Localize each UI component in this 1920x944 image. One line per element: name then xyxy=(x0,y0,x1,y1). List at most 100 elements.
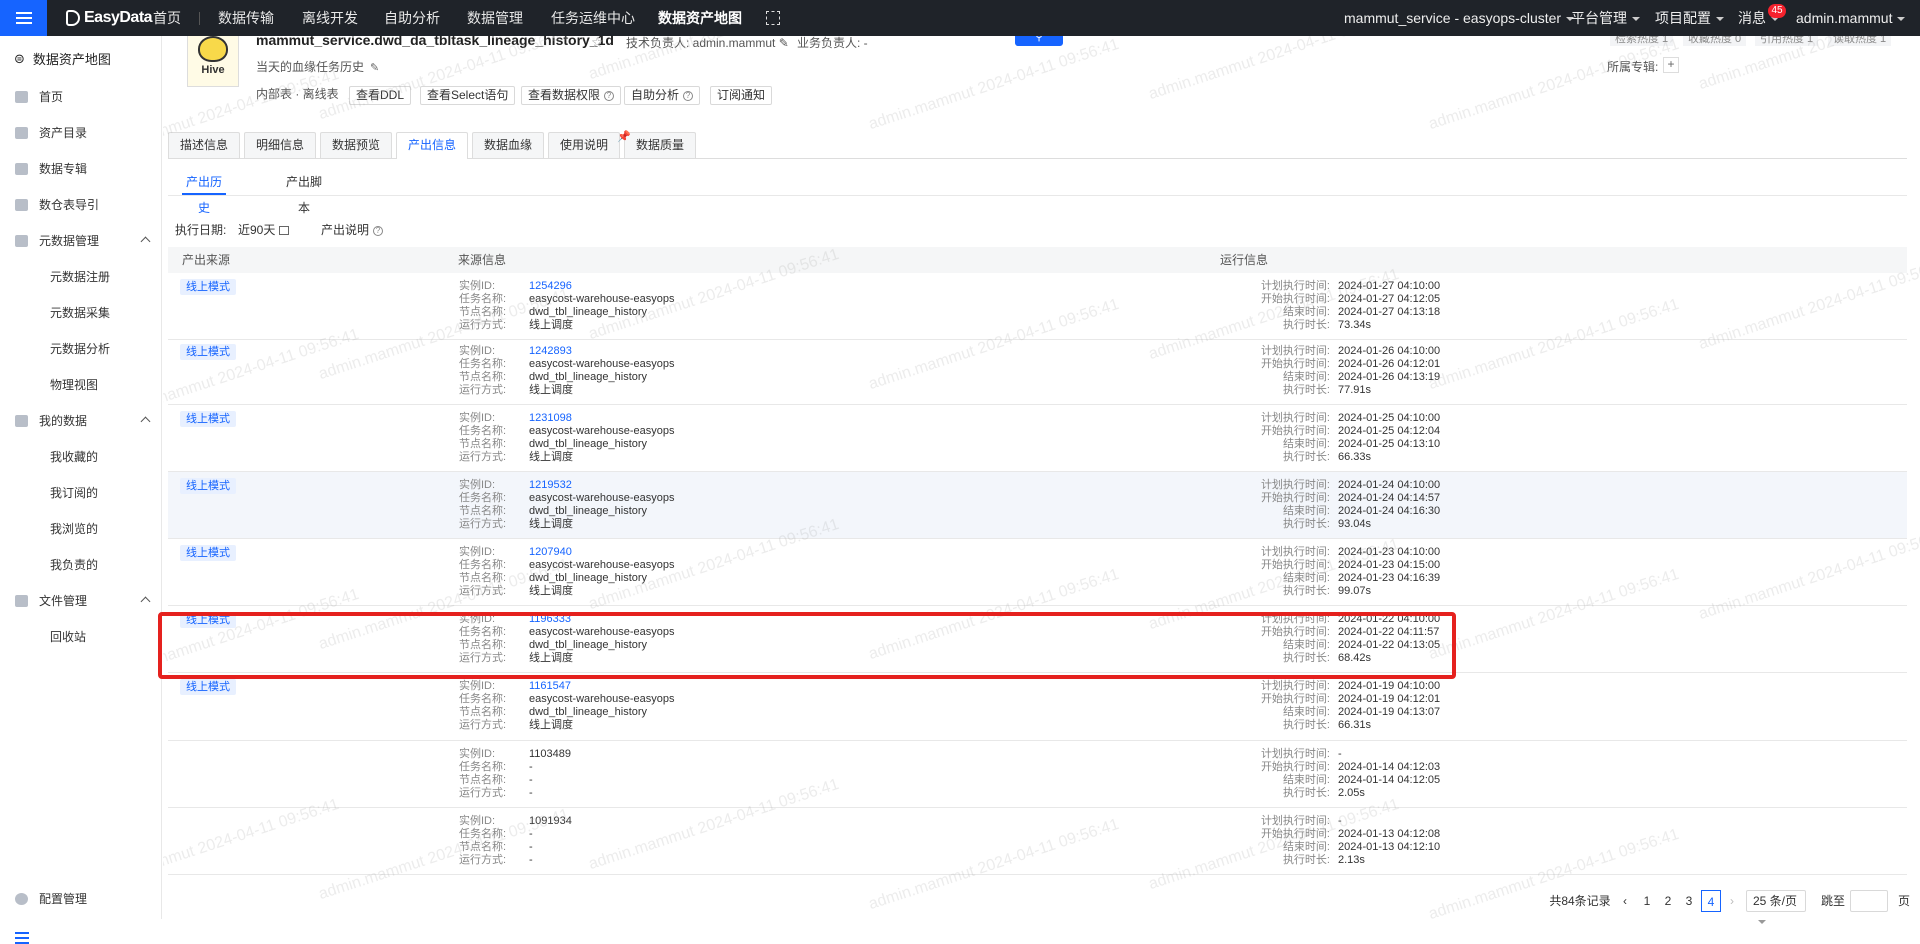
sidebar-item-warehouse-guide[interactable]: 数仓表导引 xyxy=(0,190,161,220)
date-filter-select[interactable]: 近90天 xyxy=(238,221,290,238)
chevron-up-icon xyxy=(140,236,151,247)
instance-id-link[interactable]: 1161547 xyxy=(529,680,571,693)
next-page-icon[interactable]: › xyxy=(1724,890,1740,912)
run-key: 开始执行时间: xyxy=(1260,693,1330,705)
instance-id-link[interactable]: 1254296 xyxy=(529,280,572,293)
view-select-button[interactable]: 查看Select语句 xyxy=(420,86,516,105)
online-mode-tag[interactable]: 线上模式 xyxy=(180,545,236,561)
nav-self-analysis[interactable]: 自助分析 xyxy=(384,0,440,36)
online-mode-tag[interactable]: 线上模式 xyxy=(180,679,236,695)
edit-icon[interactable]: ✎ xyxy=(370,62,379,74)
source-run: 线上调度 xyxy=(529,585,573,597)
tab-detail[interactable]: 明细信息 xyxy=(244,132,316,158)
pin-icon: 📌 xyxy=(617,131,631,143)
online-mode-tag[interactable]: 线上模式 xyxy=(180,279,236,295)
run-key: 开始执行时间: xyxy=(1260,559,1330,571)
page-3[interactable]: 3 xyxy=(1680,890,1698,912)
online-mode-tag[interactable]: 线上模式 xyxy=(180,411,236,427)
self-analysis-button[interactable]: 自助分析? xyxy=(624,86,701,105)
sidebar-subitem-my-subscriptions[interactable]: 我订阅的 xyxy=(50,481,98,505)
tab-description[interactable]: 描述信息 xyxy=(168,132,240,158)
view-ddl-button[interactable]: 查看DDL xyxy=(349,86,412,105)
view-data-permission-button[interactable]: 查看数据权限? xyxy=(521,86,622,105)
instance-id-link[interactable]: 1231098 xyxy=(529,412,572,425)
user-menu[interactable]: admin.mammut xyxy=(1796,0,1906,36)
instance-id-link[interactable]: 1242893 xyxy=(529,345,572,358)
page-2[interactable]: 2 xyxy=(1659,890,1677,912)
nav-data-management[interactable]: 数据管理 xyxy=(467,0,523,36)
sidebar-subitem-my-favorites[interactable]: 我收藏的 xyxy=(50,445,98,469)
sidebar-subitem-metadata-analysis[interactable]: 元数据分析 xyxy=(50,337,110,361)
tab-data-preview[interactable]: 数据预览 xyxy=(320,132,392,158)
sidebar-subitem-physical-view[interactable]: 物理视图 xyxy=(50,373,98,397)
page-size-select[interactable]: 25 条/页 xyxy=(1746,890,1806,924)
source-node: dwd_tbl_lineage_history xyxy=(529,572,648,584)
menu-icon[interactable] xyxy=(0,0,47,36)
instance-id-link[interactable]: 1219532 xyxy=(529,479,572,492)
nav-data-transfer[interactable]: 数据传输 xyxy=(218,0,274,36)
sidebar-item-file-mgmt[interactable]: 文件管理 xyxy=(0,586,161,616)
sidebar-item-album[interactable]: 数据专辑 xyxy=(0,154,161,184)
tab-usage[interactable]: 使用说明 xyxy=(548,132,620,158)
edit-icon[interactable]: ✎ xyxy=(779,36,789,50)
sidebar-subitem-recycle-bin[interactable]: 回收站 xyxy=(50,625,86,649)
source-key: 实例ID: xyxy=(459,479,496,491)
sidebar-subitem-metadata-collect[interactable]: 元数据采集 xyxy=(50,301,110,325)
subtab-output-script[interactable]: 产出脚本 xyxy=(282,169,326,215)
run-key: 开始执行时间: xyxy=(1260,761,1330,773)
sidebar-subitem-my-owned[interactable]: 我负责的 xyxy=(50,553,98,577)
nav-home[interactable]: 首页 xyxy=(153,0,181,36)
header-source-info: 来源信息 xyxy=(458,253,507,267)
read-heat-stat: 读取热度 1 xyxy=(1828,36,1892,46)
goto-page-input[interactable] xyxy=(1850,890,1888,912)
sidebar-item-catalog[interactable]: 资产目录 xyxy=(0,118,161,148)
nav-task-ops-center[interactable]: 任务运维中心 xyxy=(551,0,635,36)
hive-logo: Hive xyxy=(187,36,239,87)
tab-lineage[interactable]: 数据血缘 xyxy=(472,132,544,158)
page-4[interactable]: 4 xyxy=(1701,890,1721,912)
source-key: 任务名称: xyxy=(459,693,507,705)
prev-page-icon[interactable]: ‹ xyxy=(1616,890,1634,912)
run-key: 开始执行时间: xyxy=(1260,492,1330,504)
page-1[interactable]: 1 xyxy=(1638,890,1656,912)
output-explain[interactable]: 产出说明? xyxy=(321,221,384,238)
source-run: 线上调度 xyxy=(529,451,573,463)
sidebar-item-metadata-mgmt[interactable]: 元数据管理 xyxy=(0,226,161,256)
add-subject-button[interactable]: + xyxy=(1663,57,1679,73)
run-key: 开始执行时间: xyxy=(1260,425,1330,437)
search-button[interactable]: ⚲ xyxy=(1015,36,1063,46)
project-config-menu[interactable]: 项目配置 xyxy=(1655,0,1724,36)
fullscreen-icon[interactable] xyxy=(766,11,780,25)
highlight-box xyxy=(158,612,1456,679)
table-row: 线上模式 实例ID: 1254296 任务名称: easycost-warehouse-… xyxy=(168,273,1907,340)
table-name: mammut_service.dwd_da_tbltask_lineage_hi… xyxy=(256,36,614,48)
run-key: 结束时间: xyxy=(1282,706,1330,718)
sidebar-item-home[interactable]: 首页 xyxy=(0,82,161,112)
tab-output-info[interactable]: 产出信息 xyxy=(396,132,468,159)
platform-mgmt-menu[interactable]: 平台管理 xyxy=(1571,0,1640,36)
instance-id-link[interactable]: 1207940 xyxy=(529,546,572,559)
run-key: 计划执行时间: xyxy=(1260,748,1330,760)
subscribe-button[interactable]: 订阅通知 xyxy=(710,86,773,105)
star-icon[interactable]: ☆ xyxy=(591,36,604,51)
nav-data-asset-map[interactable]: 数据资产地图 xyxy=(658,0,742,36)
logo[interactable]: EasyData xyxy=(66,8,153,28)
tab-quality[interactable]: 数据质量 xyxy=(624,132,696,158)
run-key: 结束时间: xyxy=(1282,505,1330,517)
online-mode-tag[interactable]: 线上模式 xyxy=(180,478,236,494)
collapse-sidebar-icon[interactable] xyxy=(15,932,29,944)
cluster-selector[interactable]: mammut_service - easyops-cluster xyxy=(1344,0,1575,36)
nav-offline-dev[interactable]: 离线开发 xyxy=(302,0,358,36)
source-key: 实例ID: xyxy=(459,748,496,760)
run-key: 执行时长: xyxy=(1282,384,1330,396)
run-key: 计划执行时间: xyxy=(1260,412,1330,424)
sidebar-subitem-metadata-register[interactable]: 元数据注册 xyxy=(50,265,110,289)
source-key: 运行方式: xyxy=(459,854,507,866)
run-dur: 99.07s xyxy=(1338,585,1372,597)
sidebar-subitem-my-browsed[interactable]: 我浏览的 xyxy=(50,517,98,541)
sidebar-item-my-data[interactable]: 我的数据 xyxy=(0,406,161,436)
source-task: - xyxy=(529,828,533,840)
online-mode-tag[interactable]: 线上模式 xyxy=(180,344,236,360)
date-filter-label: 执行日期: xyxy=(175,223,227,237)
subtab-output-history[interactable]: 产出历史 xyxy=(182,169,226,215)
